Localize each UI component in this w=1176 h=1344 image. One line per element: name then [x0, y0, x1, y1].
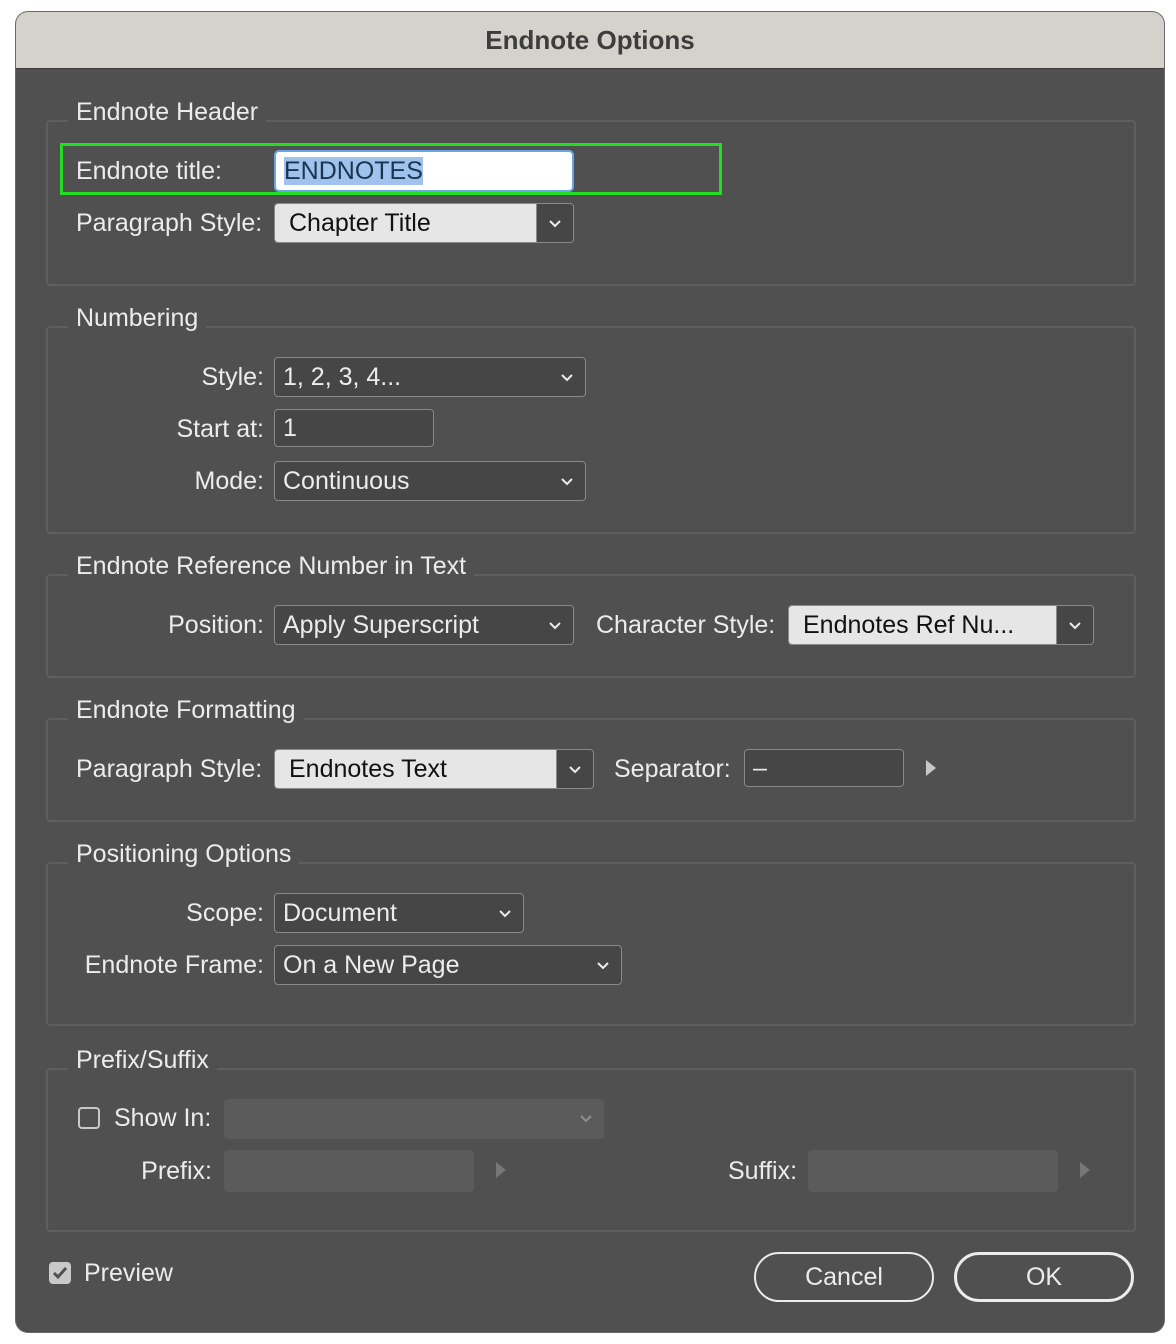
- separator-label: Separator:: [614, 755, 731, 783]
- reference-number-legend: Endnote Reference Number in Text: [68, 552, 475, 581]
- scope-dropdown[interactable]: Document: [274, 893, 524, 933]
- character-style-dropdown-button[interactable]: [1057, 606, 1093, 644]
- chevron-down-icon: [549, 622, 561, 630]
- header-paragraph-style-label: Paragraph Style:: [76, 209, 263, 237]
- endnote-frame-dropdown[interactable]: On a New Page: [274, 945, 622, 985]
- numbering-style-value: 1, 2, 3, 4...: [283, 363, 402, 391]
- prefix-special-characters-icon[interactable]: [496, 1162, 506, 1178]
- prefix-suffix-legend: Prefix/Suffix: [68, 1046, 217, 1075]
- chevron-down-icon: [597, 962, 609, 970]
- cancel-button[interactable]: Cancel: [754, 1252, 934, 1302]
- character-style-combo[interactable]: Endnotes Ref Nu...: [788, 605, 1094, 645]
- show-in-checkbox[interactable]: [78, 1107, 100, 1129]
- formatting-paragraph-style-label: Paragraph Style:: [76, 755, 263, 783]
- chevron-down-icon: [561, 478, 573, 486]
- mode-value: Continuous: [283, 467, 410, 495]
- suffix-input[interactable]: [808, 1150, 1058, 1192]
- show-in-label: Show In:: [114, 1104, 212, 1132]
- chevron-down-icon: [580, 1115, 592, 1123]
- positioning-options-legend: Positioning Options: [68, 840, 300, 869]
- endnote-frame-label: Endnote Frame:: [84, 951, 264, 979]
- character-style-label: Character Style:: [596, 611, 776, 639]
- chevron-down-icon: [549, 220, 561, 228]
- start-at-label: Start at:: [176, 415, 264, 443]
- scope-value: Document: [283, 899, 397, 927]
- chevron-down-icon: [569, 766, 581, 774]
- formatting-paragraph-style-value: Endnotes Text: [275, 750, 557, 788]
- prefix-input[interactable]: [224, 1150, 474, 1192]
- endnote-frame-value: On a New Page: [283, 951, 460, 979]
- preview-label: Preview: [84, 1259, 173, 1287]
- numbering-style-label: Style:: [201, 363, 264, 391]
- formatting-paragraph-style-combo[interactable]: Endnotes Text: [274, 749, 594, 789]
- scope-label: Scope:: [186, 899, 264, 927]
- endnote-title-value: ENDNOTES: [284, 157, 423, 185]
- position-value: Apply Superscript: [283, 611, 479, 639]
- header-paragraph-style-value: Chapter Title: [275, 204, 537, 242]
- numbering-style-dropdown[interactable]: 1, 2, 3, 4...: [274, 357, 586, 397]
- mode-dropdown[interactable]: Continuous: [274, 461, 586, 501]
- suffix-special-characters-icon[interactable]: [1080, 1162, 1090, 1178]
- show-in-dropdown[interactable]: [224, 1099, 604, 1139]
- separator-input[interactable]: –: [744, 749, 904, 787]
- numbering-legend: Numbering: [68, 304, 207, 333]
- ok-button[interactable]: OK: [954, 1252, 1134, 1302]
- header-paragraph-style-combo[interactable]: Chapter Title: [274, 203, 574, 243]
- suffix-label: Suffix:: [728, 1157, 798, 1185]
- chevron-down-icon: [561, 374, 573, 382]
- start-at-input[interactable]: 1: [274, 409, 434, 447]
- endnote-header-legend: Endnote Header: [68, 98, 267, 127]
- checkmark-icon: [52, 1267, 68, 1280]
- character-style-value: Endnotes Ref Nu...: [789, 606, 1057, 644]
- chevron-down-icon: [1069, 622, 1081, 630]
- preview-checkbox[interactable]: [49, 1262, 71, 1284]
- window-title: Endnote Options: [485, 24, 695, 55]
- prefix-label: Prefix:: [141, 1157, 212, 1185]
- endnote-title-label: Endnote title:: [76, 157, 222, 185]
- title-bar: Endnote Options: [16, 12, 1164, 69]
- formatting-paragraph-style-dropdown-button[interactable]: [557, 750, 593, 788]
- positioning-options-group: Positioning Options: [46, 840, 1136, 1026]
- separator-special-characters-icon[interactable]: [926, 760, 936, 776]
- position-label: Position:: [168, 611, 264, 639]
- endnote-formatting-legend: Endnote Formatting: [68, 696, 304, 725]
- mode-label: Mode:: [194, 467, 264, 495]
- endnote-options-dialog: Endnote Options Endnote Header Endnote t…: [16, 12, 1164, 1332]
- header-paragraph-style-dropdown-button[interactable]: [537, 204, 573, 242]
- position-dropdown[interactable]: Apply Superscript: [274, 605, 574, 645]
- endnote-title-input[interactable]: ENDNOTES: [274, 150, 574, 192]
- chevron-down-icon: [499, 910, 511, 918]
